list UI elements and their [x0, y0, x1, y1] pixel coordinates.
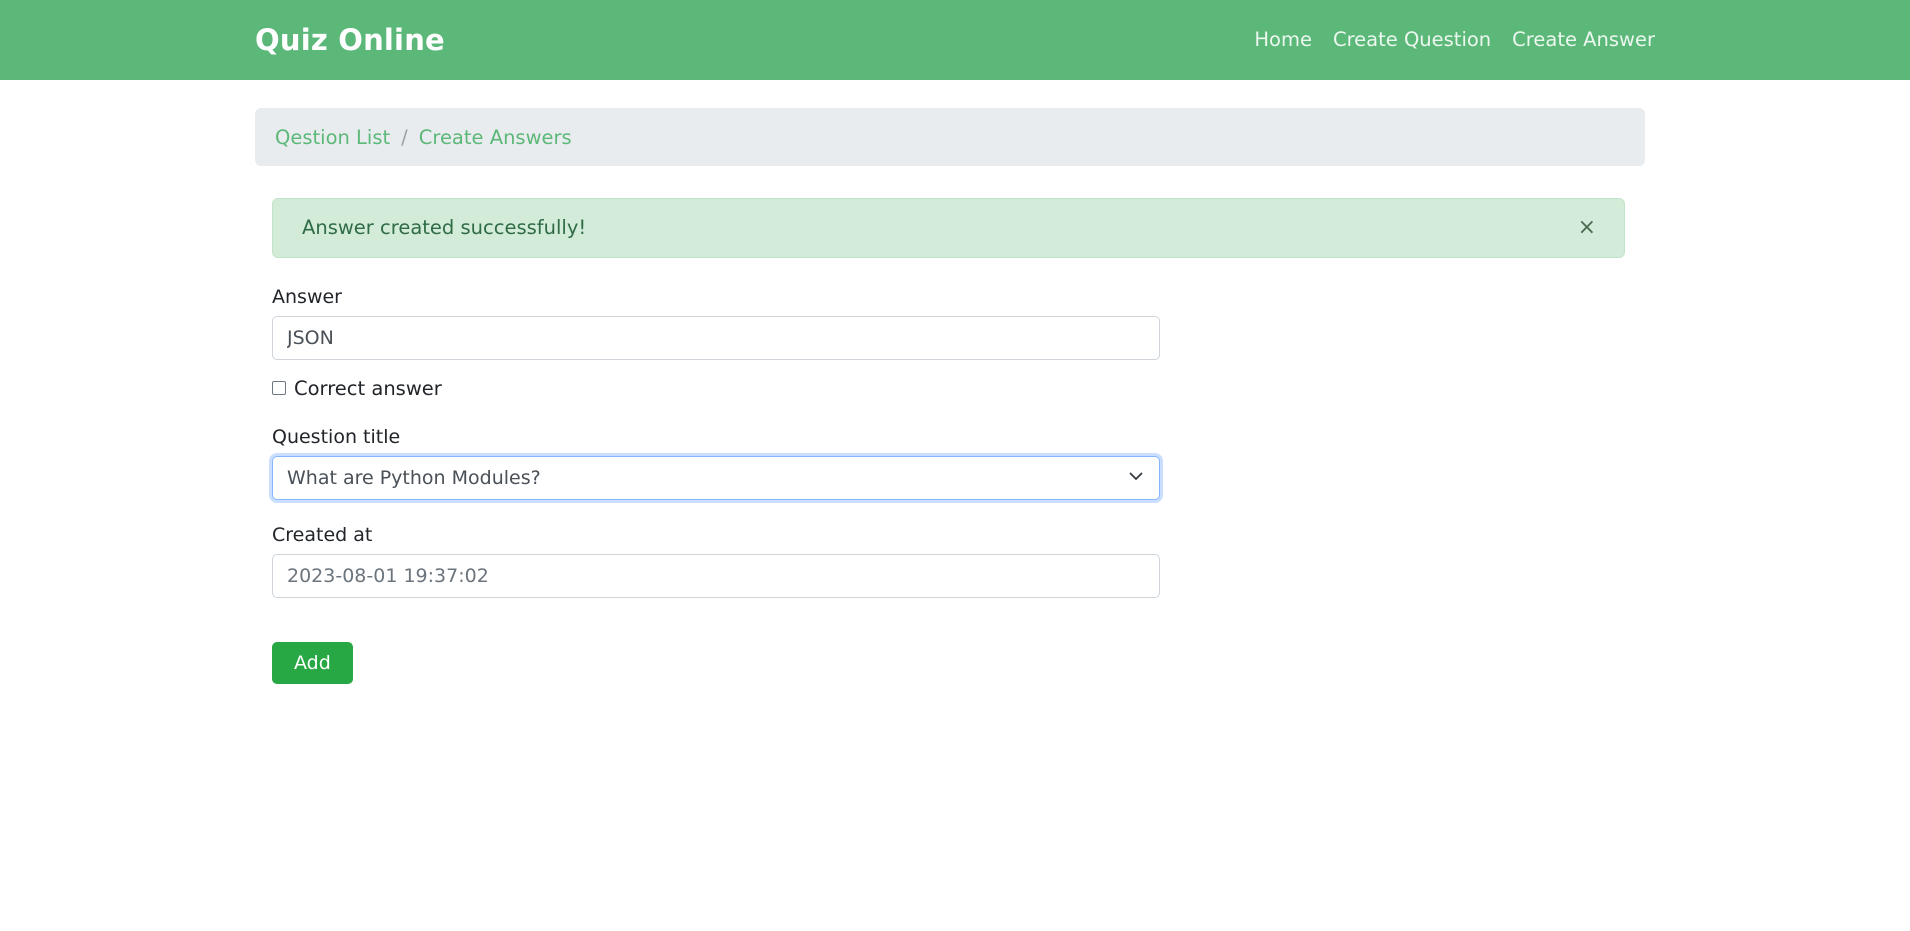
close-icon[interactable]: × [1572, 213, 1602, 243]
nav-link-create-question[interactable]: Create Question [1333, 30, 1491, 50]
brand-logo[interactable]: Quiz Online [255, 25, 445, 55]
answer-field-group: Answer [272, 288, 1655, 360]
breadcrumb-item-question-list[interactable]: Qestion List [275, 126, 390, 149]
breadcrumb-item-create-answers[interactable]: Create Answers [419, 126, 572, 149]
breadcrumb-separator: / [401, 125, 408, 149]
answer-label: Answer [272, 286, 342, 308]
correct-answer-row: Correct answer [272, 379, 1655, 399]
success-alert: Answer created successfully! × [272, 198, 1625, 258]
question-title-select-wrap: What are Python Modules? [272, 455, 1160, 500]
question-title-field-group: Question title What are Python Modules? [272, 425, 1655, 500]
create-answer-form: Answer Correct answer Question title Wha… [272, 288, 1655, 685]
add-button[interactable]: Add [272, 641, 353, 685]
correct-answer-checkbox[interactable] [272, 380, 286, 395]
nav-link-home[interactable]: Home [1254, 30, 1312, 50]
nav-links: Home Create Question Create Answer [1254, 30, 1655, 50]
answer-input[interactable] [272, 316, 1160, 360]
top-navbar: Quiz Online Home Create Question Create … [0, 0, 1910, 80]
created-at-field-group: Created at [272, 523, 1655, 598]
alert-message: Answer created successfully! [302, 216, 587, 240]
created-at-label: Created at [272, 523, 373, 546]
question-title-label: Question title [272, 425, 401, 448]
breadcrumb: Qestion List / Create Answers [255, 108, 1645, 166]
question-title-select[interactable]: What are Python Modules? [272, 455, 1160, 500]
page-container: Qestion List / Create Answers Answer cre… [0, 80, 1910, 685]
created-at-input[interactable] [272, 553, 1160, 598]
nav-link-create-answer[interactable]: Create Answer [1512, 30, 1655, 50]
correct-answer-label[interactable]: Correct answer [294, 379, 442, 399]
